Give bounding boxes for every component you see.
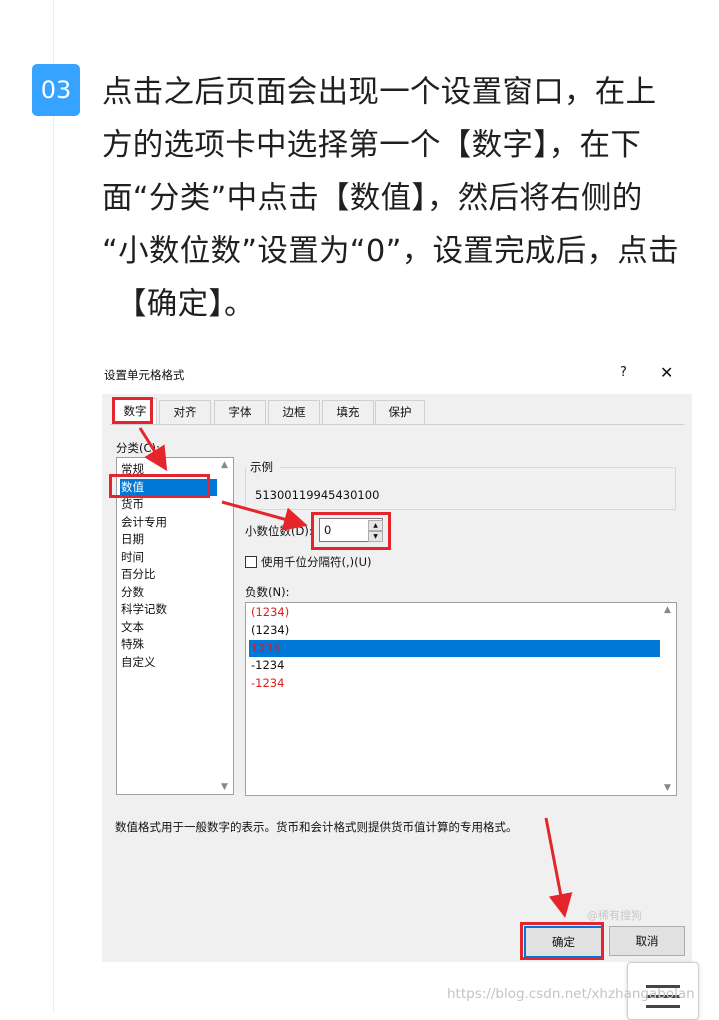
step-line-4: “小数位数”设置为“0”，设置完成后，点击 bbox=[102, 234, 679, 269]
arrow-to-decimal bbox=[221, 500, 308, 531]
annotation-arrows bbox=[138, 427, 573, 918]
step-line-1: 点击之后页面会出现一个设置窗口，在上 bbox=[102, 75, 657, 110]
step-description: 点击之后页面会出现一个设置窗口，在上 方的选项卡中选择第一个【数字】，在下 面“… bbox=[102, 66, 702, 331]
step-line-5: 【确定】。 bbox=[116, 287, 255, 322]
step-line-3: 面“分类”中点击【数值】，然后将右侧的 bbox=[102, 181, 643, 216]
step-line-2: 方的选项卡中选择第一个【数字】，在下 bbox=[102, 128, 642, 163]
page-watermark: https://blog.csdn.net/xhzhangabolan bbox=[447, 986, 695, 1002]
arrow-to-category bbox=[138, 427, 168, 472]
timeline-line bbox=[53, 0, 54, 1012]
arrow-to-ok bbox=[544, 817, 573, 918]
step-number-badge: 03 bbox=[32, 64, 80, 116]
menu-icon bbox=[646, 1005, 680, 1008]
format-cells-dialog: 设置单元格格式 ? ✕ 数字 对齐 字体 边框 填充 保护 分类(C): 常规 … bbox=[102, 352, 692, 962]
